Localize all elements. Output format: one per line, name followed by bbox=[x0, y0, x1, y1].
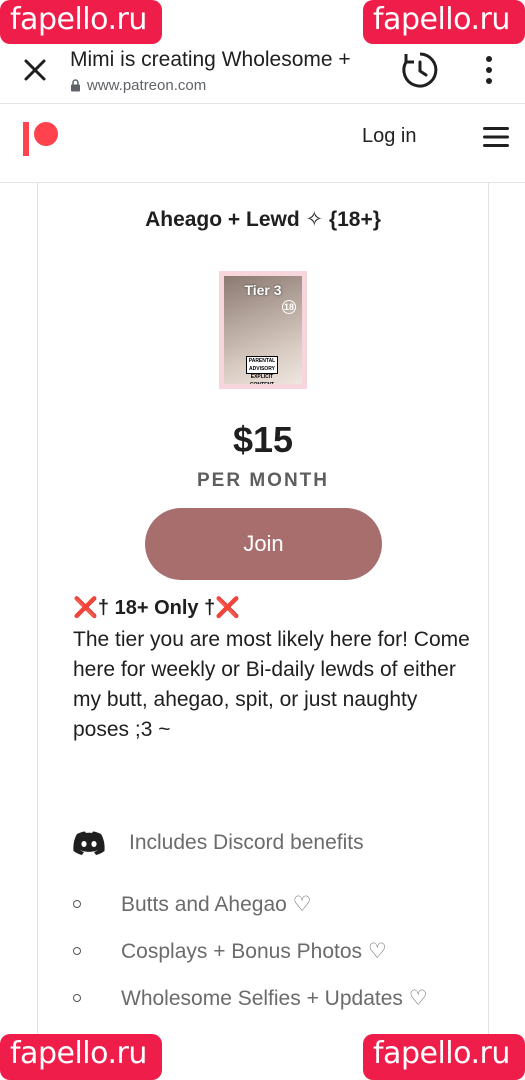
benefit-label: Cosplays + Bonus Photos ♡ bbox=[121, 940, 387, 963]
parental-advisory-label: PARENTAL ADVISORY EXPLICIT CONTENT bbox=[246, 356, 278, 384]
list-item: Butts and Ahegao ♡ bbox=[73, 890, 473, 920]
tier-image: Tier 3 18 PARENTAL ADVISORY EXPLICIT CON… bbox=[219, 271, 307, 389]
watermark: fapello.ru bbox=[0, 0, 162, 44]
watermark: fapello.ru bbox=[363, 1034, 525, 1080]
tab-title: Mimi is creating Wholesome + bbox=[70, 48, 351, 71]
tier-card: Aheago + Lewd ✧ {18+} Tier 3 18 PARENTAL… bbox=[37, 183, 489, 1080]
discord-benefit-label: Includes Discord benefits bbox=[129, 831, 364, 854]
history-icon[interactable] bbox=[400, 50, 440, 90]
discord-benefit-row: Includes Discord benefits bbox=[73, 831, 364, 855]
join-button[interactable]: Join bbox=[145, 508, 382, 580]
hamburger-menu-icon[interactable] bbox=[483, 125, 509, 149]
bullet-icon bbox=[73, 947, 81, 955]
bullet-icon bbox=[73, 994, 81, 1002]
patreon-logo[interactable] bbox=[22, 120, 62, 158]
discord-icon bbox=[73, 831, 105, 855]
tier-description: The tier you are most likely here for! C… bbox=[73, 628, 470, 741]
watermark: fapello.ru bbox=[0, 1034, 162, 1080]
benefit-label: Wholesome Selfies + Updates ♡ bbox=[121, 987, 428, 1010]
tier-price: $15 bbox=[232, 419, 294, 460]
tier-heading: ❌† 18+ Only †❌ bbox=[73, 597, 241, 619]
tier-title: Aheago + Lewd ✧ {18+} bbox=[145, 208, 381, 231]
login-link[interactable]: Log in bbox=[362, 125, 417, 148]
list-item: Cosplays + Bonus Photos ♡ bbox=[73, 937, 473, 967]
tier-image-badge: 18 bbox=[282, 300, 296, 314]
tier-period: PER MONTH bbox=[197, 470, 329, 491]
url-row[interactable]: www.patreon.com bbox=[70, 77, 206, 94]
benefit-label: Butts and Ahegao ♡ bbox=[121, 893, 312, 916]
bullet-icon bbox=[73, 900, 81, 908]
watermark: fapello.ru bbox=[363, 0, 525, 44]
list-item: Wholesome Selfies + Updates ♡ bbox=[73, 984, 473, 1014]
url-text: www.patreon.com bbox=[87, 77, 207, 94]
site-header: Log in bbox=[0, 105, 525, 183]
lock-icon bbox=[71, 79, 80, 92]
tier-image-label: Tier 3 bbox=[244, 282, 282, 298]
more-vertical-icon[interactable] bbox=[478, 54, 500, 86]
close-icon[interactable] bbox=[20, 55, 50, 85]
